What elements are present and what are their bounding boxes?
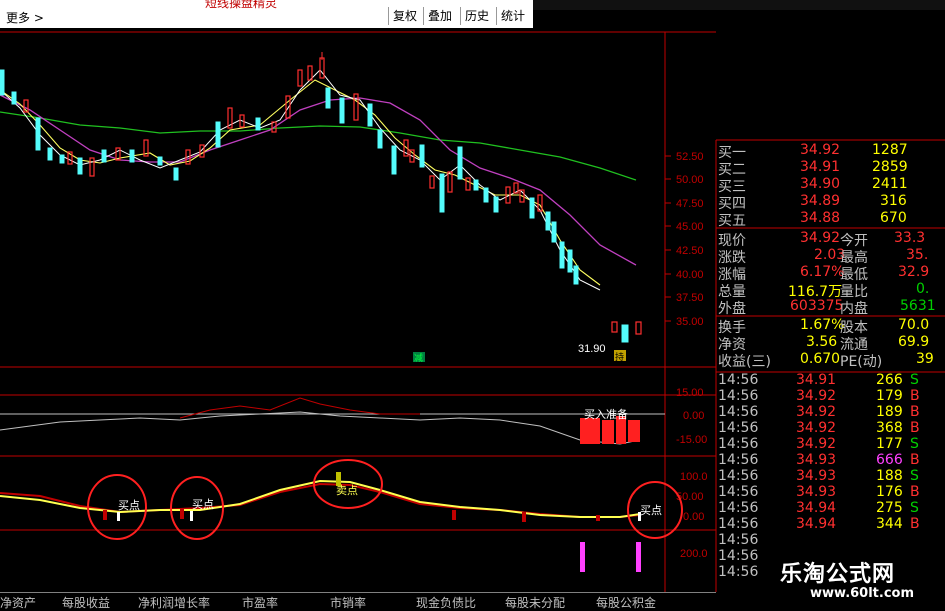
price-tick: 37.50 bbox=[676, 292, 704, 304]
tab-undistributed[interactable]: 每股未分配 bbox=[505, 594, 565, 611]
tab-profit-growth[interactable]: 净利润增长率 bbox=[138, 594, 210, 611]
reduce-marker: 减 bbox=[414, 352, 423, 363]
buy-point-label: 买点 bbox=[192, 498, 214, 511]
ind1-tick: 15.00 bbox=[676, 387, 704, 399]
price-tick: 42.50 bbox=[676, 245, 704, 257]
tab-net-assets[interactable]: 净资产 bbox=[0, 594, 36, 611]
buy-ready-label: 买入准备 bbox=[584, 407, 628, 421]
site-watermark: 乐淘公式网 www.60lt.com bbox=[758, 552, 943, 608]
ind2-red-line bbox=[0, 482, 641, 518]
price-tick: 50.00 bbox=[676, 174, 704, 186]
ma-long-line bbox=[0, 111, 637, 181]
sell-point-label: 卖点 bbox=[336, 484, 358, 497]
watermark-url: www.60lt.com bbox=[810, 586, 915, 601]
low-price-label: 31.90 bbox=[578, 343, 606, 355]
ma-fast-line bbox=[0, 69, 601, 291]
candlesticks bbox=[0, 52, 642, 343]
tab-cash-debt[interactable]: 现金负债比 bbox=[416, 594, 476, 611]
price-tick: 47.50 bbox=[676, 198, 704, 210]
ind1-white-line bbox=[0, 411, 641, 445]
price-tick: 52.50 bbox=[676, 151, 704, 163]
ind1-tick: -15.00 bbox=[676, 434, 707, 446]
price-tick: 45.00 bbox=[676, 221, 704, 233]
tab-reserve[interactable]: 每股公积金 bbox=[596, 594, 656, 611]
price-tick: 40.00 bbox=[676, 269, 704, 281]
tab-pe[interactable]: 市盈率 bbox=[242, 594, 278, 611]
ind3-tick: 200.0 bbox=[680, 548, 708, 560]
watermark-name: 乐淘公式网 bbox=[780, 562, 896, 587]
tab-ps[interactable]: 市销率 bbox=[330, 594, 366, 611]
ind2-tick: 0.00 bbox=[683, 511, 704, 523]
buy-point-label: 买点 bbox=[118, 499, 140, 512]
ma-mid-line bbox=[0, 94, 637, 266]
ind3-bars bbox=[580, 542, 641, 572]
hold-marker: 持 bbox=[615, 351, 624, 362]
ind1-red-line bbox=[179, 397, 420, 419]
ind1-tick: 0.00 bbox=[683, 410, 704, 422]
price-tick: 35.00 bbox=[676, 316, 704, 328]
tab-eps[interactable]: 每股收益 bbox=[62, 594, 110, 611]
ind2-tick: 100.0 bbox=[680, 471, 708, 483]
bottom-tab-bar: 净资产 每股收益 净利润增长率 市盈率 市销率 现金负债比 每股未分配 每股公积… bbox=[0, 592, 716, 610]
buy-point-label: 买点 bbox=[640, 504, 662, 517]
highlight-circles bbox=[87, 459, 683, 540]
